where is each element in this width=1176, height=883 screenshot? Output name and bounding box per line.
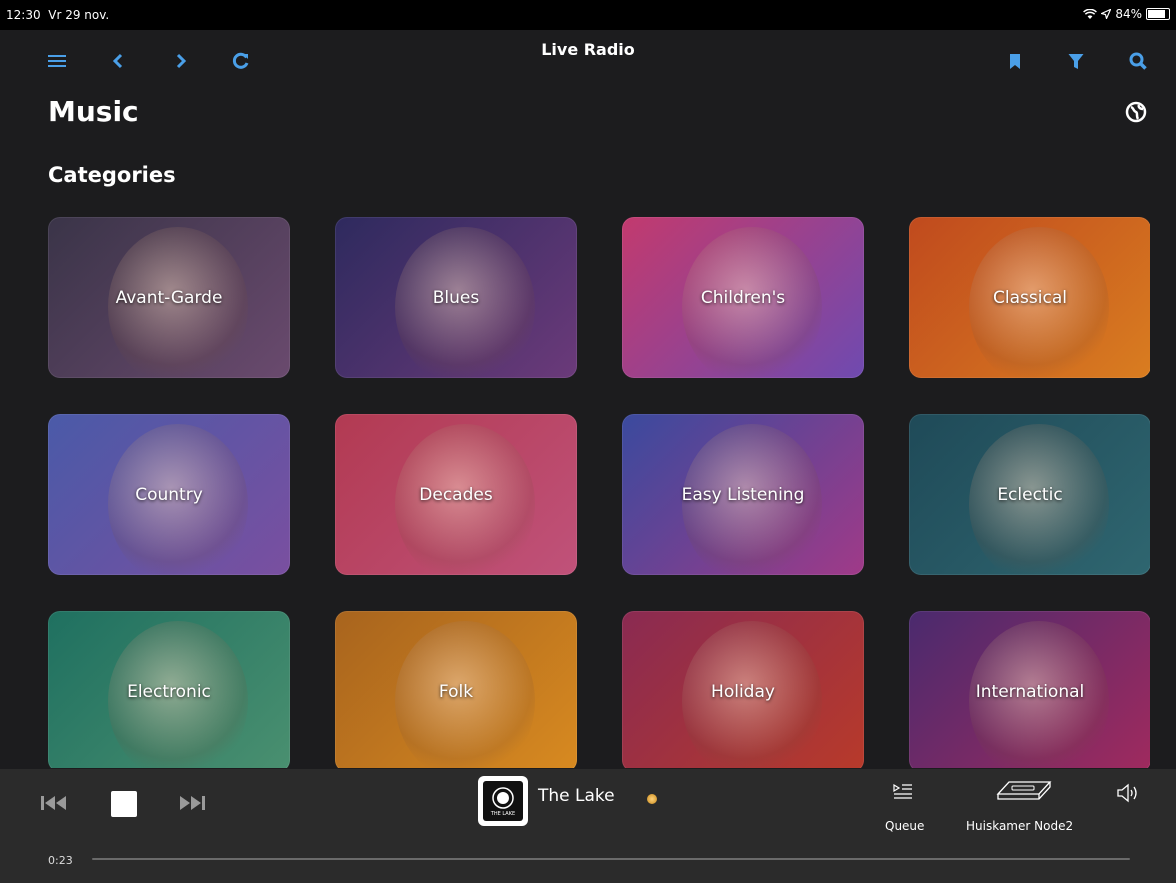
section-title: Categories bbox=[48, 163, 176, 187]
category-tile[interactable]: Children's bbox=[622, 217, 864, 378]
device-label[interactable]: Huiskamer Node2 bbox=[966, 819, 1073, 833]
progress-bar[interactable] bbox=[92, 858, 1130, 860]
category-label: Avant-Garde bbox=[115, 287, 223, 308]
category-label: Children's bbox=[700, 287, 786, 308]
category-tile[interactable]: Holiday bbox=[622, 611, 864, 768]
category-tile[interactable]: Blues bbox=[335, 217, 577, 378]
category-tile[interactable]: Classical bbox=[909, 217, 1150, 378]
globe-icon[interactable] bbox=[1124, 100, 1148, 124]
forward-icon[interactable] bbox=[168, 48, 194, 74]
category-label: Country bbox=[135, 484, 203, 505]
battery-icon bbox=[1146, 8, 1170, 20]
location-arrow-icon bbox=[1101, 9, 1112, 19]
nav-bar: Live Radio bbox=[0, 30, 1176, 90]
category-label: Classical bbox=[993, 287, 1067, 308]
category-label: Holiday bbox=[711, 681, 775, 702]
filter-icon[interactable] bbox=[1063, 48, 1089, 74]
category-label: Electronic bbox=[127, 681, 211, 702]
category-label: Folk bbox=[438, 681, 474, 702]
menu-icon[interactable] bbox=[44, 48, 70, 74]
category-tile[interactable]: Country bbox=[48, 414, 290, 575]
streamer-device-icon[interactable] bbox=[995, 780, 1053, 812]
battery-percent: 84% bbox=[1115, 7, 1142, 21]
category-grid: Avant-Garde Blues Children's Classical Count… bbox=[48, 217, 1150, 768]
stop-button[interactable] bbox=[111, 791, 137, 817]
wifi-icon bbox=[1083, 8, 1098, 19]
bookmark-icon[interactable] bbox=[1002, 48, 1028, 74]
status-bar: 12:30 Vr 29 nov. 84% bbox=[0, 0, 1176, 30]
category-label: Decades bbox=[419, 484, 493, 505]
page-title: Music bbox=[48, 95, 139, 128]
next-track-icon[interactable] bbox=[179, 795, 205, 815]
svg-text:THE LAKE: THE LAKE bbox=[490, 811, 515, 817]
status-time-date: 12:30 Vr 29 nov. bbox=[6, 8, 110, 22]
category-label: Blues bbox=[432, 287, 480, 308]
queue-label[interactable]: Queue bbox=[885, 819, 924, 833]
refresh-icon[interactable] bbox=[228, 48, 254, 74]
station-name[interactable]: The Lake bbox=[538, 786, 615, 806]
search-icon[interactable] bbox=[1125, 48, 1151, 74]
volume-icon[interactable] bbox=[1117, 783, 1139, 807]
category-tile[interactable]: Folk bbox=[335, 611, 577, 768]
category-tile[interactable]: Eclectic bbox=[909, 414, 1150, 575]
back-icon[interactable] bbox=[105, 48, 131, 74]
status-right: 84% bbox=[1083, 7, 1170, 21]
now-playing-bar: THE LAKE The Lake Queue Huiskamer Node2 … bbox=[0, 769, 1176, 883]
category-label: Eclectic bbox=[997, 484, 1063, 505]
category-tile[interactable]: International bbox=[909, 611, 1150, 768]
queue-icon[interactable] bbox=[893, 783, 913, 805]
previous-track-icon[interactable] bbox=[41, 795, 67, 815]
live-indicator bbox=[647, 794, 657, 804]
category-tile[interactable]: Electronic bbox=[48, 611, 290, 768]
category-tile[interactable]: Decades bbox=[335, 414, 577, 575]
category-tile[interactable]: Easy Listening bbox=[622, 414, 864, 575]
elapsed-time: 0:23 bbox=[48, 854, 73, 867]
station-artwork[interactable]: THE LAKE bbox=[478, 776, 528, 826]
category-label: International bbox=[975, 681, 1085, 702]
category-tile[interactable]: Avant-Garde bbox=[48, 217, 290, 378]
station-logo: THE LAKE bbox=[483, 781, 523, 821]
category-label: Easy Listening bbox=[681, 484, 805, 505]
